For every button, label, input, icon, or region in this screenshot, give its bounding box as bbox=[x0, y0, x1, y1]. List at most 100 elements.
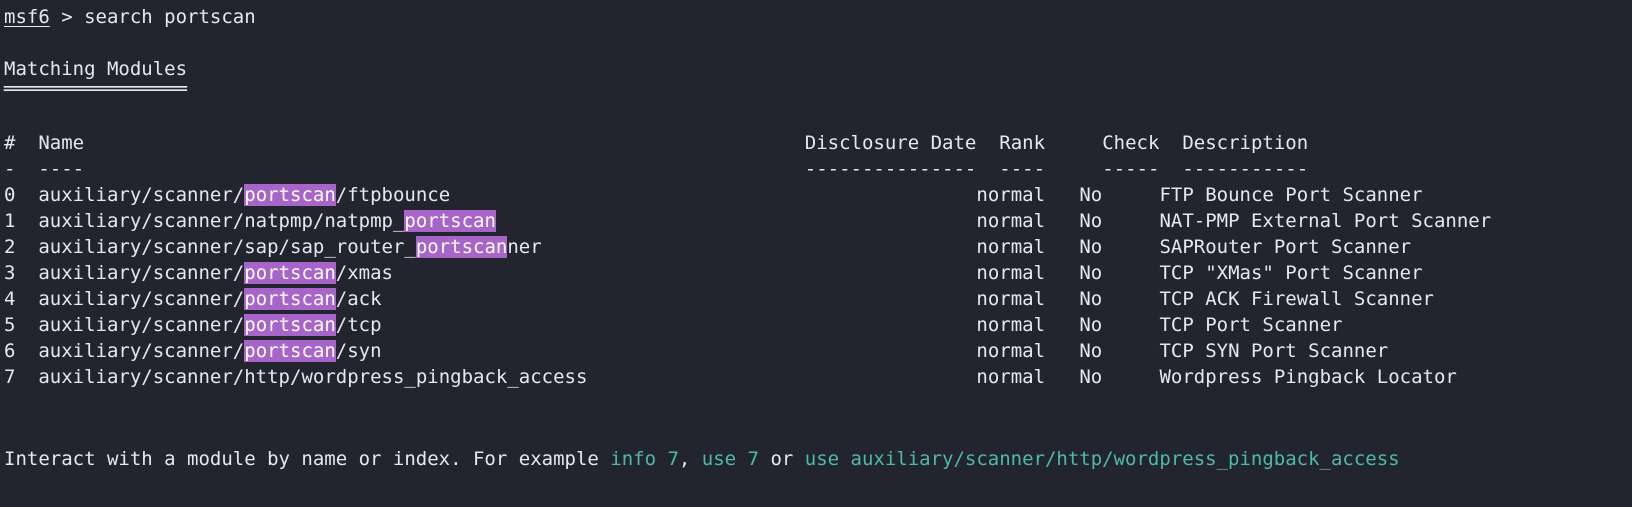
table-row[interactable]: 6 auxiliary/scanner/portscan/syn normal … bbox=[0, 338, 1632, 364]
row-check: No bbox=[1079, 236, 1137, 258]
pad bbox=[382, 288, 782, 310]
row-name-suffix: ner bbox=[507, 236, 542, 258]
pad bbox=[15, 340, 38, 362]
row-description: FTP Bounce Port Scanner bbox=[1159, 184, 1423, 206]
pad bbox=[15, 158, 38, 180]
pad bbox=[382, 340, 782, 362]
row-index: 3 bbox=[4, 262, 16, 284]
pad bbox=[953, 210, 976, 232]
header-check: Check bbox=[1102, 132, 1160, 154]
row-name-suffix: /tcp bbox=[335, 314, 382, 336]
row-index: 2 bbox=[4, 236, 16, 258]
rule-check: ----- bbox=[1102, 158, 1160, 180]
pad bbox=[1137, 288, 1160, 310]
table-row[interactable]: 2 auxiliary/scanner/sap/sap_router_ports… bbox=[0, 234, 1632, 260]
pad bbox=[1137, 340, 1160, 362]
footer-command-info[interactable]: info 7 bbox=[610, 448, 679, 470]
pad bbox=[1045, 288, 1079, 310]
pad bbox=[1045, 158, 1102, 180]
footer-command-use-index[interactable]: use 7 bbox=[702, 448, 759, 470]
table-row[interactable]: 5 auxiliary/scanner/portscan/tcp normal … bbox=[0, 312, 1632, 338]
pad bbox=[1045, 340, 1079, 362]
prompt-symbol: > bbox=[49, 6, 85, 28]
pad bbox=[1045, 314, 1079, 336]
footer-text-2: , bbox=[678, 448, 702, 470]
row-rank: normal bbox=[976, 262, 1046, 284]
pad bbox=[450, 184, 782, 206]
row-description: TCP "XMas" Port Scanner bbox=[1159, 262, 1423, 284]
pad bbox=[954, 288, 977, 310]
row-rank: normal bbox=[976, 210, 1046, 232]
row-description: SAPRouter Port Scanner bbox=[1159, 236, 1412, 258]
row-rank: normal bbox=[976, 340, 1046, 362]
row-name-suffix: /ack bbox=[335, 288, 382, 310]
pad bbox=[1159, 132, 1182, 154]
row-name-prefix: auxiliary/scanner/sap/sap_router_ bbox=[38, 236, 416, 258]
pad bbox=[1137, 366, 1160, 388]
row-description: TCP Port Scanner bbox=[1159, 314, 1343, 336]
row-disclosure-date bbox=[782, 288, 954, 310]
row-disclosure-date bbox=[782, 314, 954, 336]
pad bbox=[15, 288, 38, 310]
row-rank: normal bbox=[976, 366, 1046, 388]
row-name-prefix: auxiliary/scanner/http/wordpress_pingbac… bbox=[38, 366, 588, 388]
row-check: No bbox=[1079, 184, 1137, 206]
row-index: 5 bbox=[4, 314, 16, 336]
pad bbox=[15, 210, 38, 232]
row-name-prefix: auxiliary/scanner/ bbox=[38, 262, 245, 284]
pad bbox=[84, 132, 805, 154]
pad bbox=[15, 314, 38, 336]
footer-command-use-path[interactable]: use auxiliary/scanner/http/wordpress_pin… bbox=[805, 448, 1400, 470]
row-name-prefix: auxiliary/scanner/ bbox=[38, 314, 245, 336]
row-disclosure-date bbox=[782, 340, 954, 362]
row-description: TCP SYN Port Scanner bbox=[1159, 340, 1389, 362]
pad bbox=[15, 262, 38, 284]
row-check: No bbox=[1079, 366, 1137, 388]
pad bbox=[496, 210, 782, 232]
section-heading-rule: ════════════════ bbox=[4, 78, 188, 100]
row-check: No bbox=[1079, 262, 1137, 284]
pad bbox=[1159, 158, 1182, 180]
pad bbox=[954, 236, 977, 258]
row-name-match: portscan bbox=[244, 340, 336, 362]
rule-description: ----------- bbox=[1182, 158, 1309, 180]
pad bbox=[15, 132, 38, 154]
row-check: No bbox=[1079, 288, 1137, 310]
pad bbox=[1137, 184, 1160, 206]
row-name-match: portscan bbox=[244, 262, 336, 284]
row-description: TCP ACK Firewall Scanner bbox=[1159, 288, 1434, 310]
row-name-suffix: /syn bbox=[335, 340, 382, 362]
table-row[interactable]: 4 auxiliary/scanner/portscan/ack normal … bbox=[0, 286, 1632, 312]
row-check: No bbox=[1079, 340, 1137, 362]
pad bbox=[954, 262, 977, 284]
row-name-suffix: /xmas bbox=[335, 262, 393, 284]
pad bbox=[953, 366, 976, 388]
prompt-host: msf6 bbox=[4, 6, 50, 28]
footer-hint: Interact with a module by name or index.… bbox=[0, 446, 1400, 472]
row-index: 4 bbox=[4, 288, 16, 310]
table-row[interactable]: 7 auxiliary/scanner/http/wordpress_pingb… bbox=[0, 364, 1632, 390]
table-row[interactable]: 3 auxiliary/scanner/portscan/xmas normal… bbox=[0, 260, 1632, 286]
header-description: Description bbox=[1182, 132, 1309, 154]
pad bbox=[587, 366, 781, 388]
pad bbox=[1137, 210, 1160, 232]
row-name-match: portscan bbox=[244, 288, 336, 310]
pad bbox=[1137, 236, 1160, 258]
table-row[interactable]: 0 auxiliary/scanner/portscan/ftpbounce n… bbox=[0, 182, 1632, 208]
rule-disclosure-date: --------------- bbox=[804, 158, 977, 180]
row-name-match: portscan bbox=[244, 184, 336, 206]
pad bbox=[1137, 314, 1160, 336]
pad bbox=[15, 184, 38, 206]
footer-text-3: or bbox=[759, 448, 805, 470]
row-rank: normal bbox=[976, 184, 1046, 206]
footer-text-1: Interact with a module by name or index.… bbox=[4, 448, 611, 470]
modules-table: # Name Disclosure Date Rank Check Descri… bbox=[0, 130, 1632, 390]
terminal-window: msf6 > search portscan Matching Modules … bbox=[0, 0, 1632, 507]
row-rank: normal bbox=[976, 314, 1046, 336]
table-body: 0 auxiliary/scanner/portscan/ftpbounce n… bbox=[0, 182, 1632, 390]
pad bbox=[953, 184, 976, 206]
rule-index: - bbox=[4, 158, 16, 180]
row-name-prefix: auxiliary/scanner/natpmp/natpmp_ bbox=[38, 210, 405, 232]
table-row[interactable]: 1 auxiliary/scanner/natpmp/natpmp_portsc… bbox=[0, 208, 1632, 234]
row-name-match: portscan bbox=[244, 314, 336, 336]
